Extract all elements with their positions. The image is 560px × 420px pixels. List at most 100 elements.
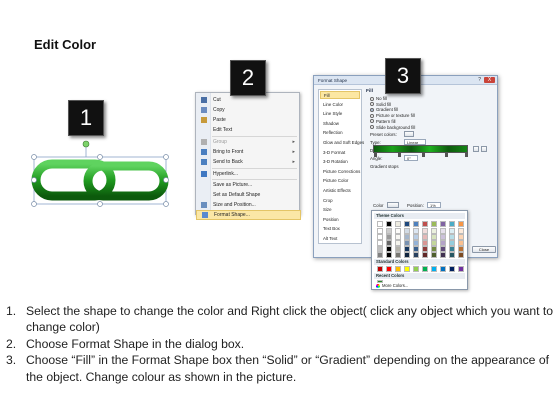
theme-color-swatch[interactable] (404, 252, 410, 258)
add-stop-button[interactable] (473, 146, 479, 152)
standard-color-swatch[interactable] (449, 266, 455, 272)
dialog-nav-item[interactable]: Shadow (320, 120, 360, 128)
context-menu-item[interactable]: Copy (196, 105, 301, 115)
more-colors-item[interactable]: More Colors... (376, 283, 408, 288)
dialog-nav-item[interactable]: Line Color (320, 101, 360, 109)
dialog-nav-item[interactable]: Picture Color (320, 177, 360, 185)
scissors-icon (200, 97, 207, 103)
context-menu-item[interactable]: Hyperlink... (196, 169, 301, 179)
standard-color-swatch[interactable] (458, 266, 464, 272)
color-wheel-icon (376, 283, 380, 288)
standard-color-swatch[interactable] (422, 266, 428, 272)
context-menu: Cut Copy Paste Edit Text Group ▸ Bring to Fron… (195, 92, 301, 220)
theme-color-swatch[interactable] (431, 252, 437, 258)
send-back-icon (200, 159, 207, 165)
theme-color-swatch[interactable] (404, 221, 410, 227)
dialog-nav-item[interactable]: Crop (320, 197, 360, 205)
theme-color-swatch[interactable] (431, 221, 437, 227)
group-icon (200, 139, 207, 145)
context-menu-item[interactable]: Group ▸ (196, 137, 301, 147)
context-menu-item-label: Hyperlink... (213, 171, 239, 177)
standard-color-swatch[interactable] (386, 266, 392, 272)
chain-shape[interactable] (20, 120, 220, 220)
standard-color-swatch[interactable] (440, 266, 446, 272)
gradient-stop-handle[interactable] (398, 153, 401, 157)
dialog-nav-item[interactable]: Reflection (320, 129, 360, 137)
chain-link-graphic[interactable] (20, 120, 220, 220)
theme-color-swatch[interactable] (458, 252, 464, 258)
context-menu-item[interactable]: Save as Picture... (196, 180, 301, 190)
submenu-arrow-icon: ▸ (292, 139, 295, 145)
close-icon[interactable]: X (484, 77, 495, 83)
context-menu-item[interactable]: Size and Position... (196, 200, 301, 210)
instructions-list: 1. Select the shape to change the color a… (6, 303, 554, 385)
context-menu-item-label: Set as Default Shape (213, 192, 261, 198)
theme-color-swatch[interactable] (395, 252, 401, 258)
dialog-nav-item[interactable]: Glow and Soft Edges (320, 139, 364, 147)
context-menu-item[interactable]: Paste (196, 115, 301, 125)
close-button[interactable]: Close (472, 246, 496, 253)
theme-color-swatch[interactable] (440, 221, 446, 227)
gradient-stop-handle[interactable] (374, 153, 377, 157)
standard-colors-heading: Standard Colors (374, 259, 465, 265)
dialog-nav-item[interactable]: Line Style (320, 110, 360, 118)
theme-color-swatch[interactable] (377, 221, 383, 227)
dialog-nav-item[interactable]: Picture Corrections (320, 168, 360, 176)
standard-color-swatch[interactable] (404, 266, 410, 272)
help-icon[interactable]: ? (478, 77, 481, 83)
gradient-stop-handle[interactable] (445, 153, 448, 157)
dialog-nav-item[interactable]: 3-D Format (320, 149, 360, 157)
step-badge-3: 3 (385, 58, 421, 94)
dialog-nav-item[interactable]: Fill (320, 91, 360, 99)
context-menu-item-label: Save as Picture... (213, 182, 253, 188)
context-menu-item[interactable]: Cut (196, 95, 301, 105)
more-colors-label: More Colors... (382, 283, 409, 288)
standard-color-swatch[interactable] (431, 266, 437, 272)
recent-colors-heading: Recent Colors (374, 273, 465, 279)
context-menu-item[interactable]: Set as Default Shape (196, 190, 301, 200)
theme-color-swatch[interactable] (386, 252, 392, 258)
hyperlink-icon (200, 171, 207, 177)
gradient-stop-handle[interactable] (465, 153, 468, 157)
context-menu-item-label: Cut (213, 97, 221, 103)
theme-color-swatch[interactable] (422, 252, 428, 258)
context-menu-item[interactable]: Bring to Front ▸ (196, 147, 301, 157)
size-icon (200, 202, 207, 208)
standard-color-swatch[interactable] (413, 266, 419, 272)
context-menu-item[interactable]: Format Shape... (196, 210, 301, 220)
rotation-handle (82, 140, 90, 148)
dialog-nav-item[interactable]: Text Box (320, 225, 360, 233)
standard-color-swatch[interactable] (377, 266, 383, 272)
context-menu-item[interactable]: Edit Text (196, 125, 301, 135)
theme-color-swatch[interactable] (395, 221, 401, 227)
dialog-nav-item[interactable]: Alt Text (320, 235, 360, 243)
theme-color-swatch[interactable] (413, 252, 419, 258)
remove-stop-button[interactable] (481, 146, 487, 152)
position-input[interactable]: 1% (427, 202, 441, 208)
dialog-nav-item[interactable]: Position (320, 216, 360, 224)
instruction-item: 1. Select the shape to change the color a… (6, 303, 554, 336)
context-menu-item-label: Paste (213, 117, 226, 123)
color-dropdown[interactable] (387, 202, 399, 208)
theme-color-swatch[interactable] (449, 252, 455, 258)
theme-color-swatch[interactable] (413, 221, 419, 227)
theme-color-swatch[interactable] (440, 252, 446, 258)
theme-colors-heading: Theme Colors (374, 213, 465, 219)
step-badge-1: 1 (68, 100, 104, 136)
instruction-number: 3. (6, 353, 17, 368)
theme-color-swatch[interactable] (449, 221, 455, 227)
context-menu-item-label: Copy (213, 107, 225, 113)
standard-color-swatch[interactable] (395, 266, 401, 272)
theme-color-swatch[interactable] (386, 221, 392, 227)
instruction-number: 1. (6, 304, 17, 318)
dialog-nav-item[interactable]: 3-D Rotation (320, 158, 360, 166)
theme-color-swatch[interactable] (458, 221, 464, 227)
dialog-nav-item[interactable]: Artistic Effects (320, 187, 360, 195)
theme-color-swatch[interactable] (377, 252, 383, 258)
dialog-nav-item[interactable]: Size (320, 206, 360, 214)
gradient-stop-handle[interactable] (422, 153, 425, 157)
instruction-item: 2. Choose Format Shape in the dialog box. (6, 336, 554, 352)
theme-color-swatch[interactable] (422, 221, 428, 227)
gradient-stops-bar[interactable] (373, 145, 468, 153)
context-menu-item[interactable]: Send to Back ▸ (196, 157, 301, 167)
